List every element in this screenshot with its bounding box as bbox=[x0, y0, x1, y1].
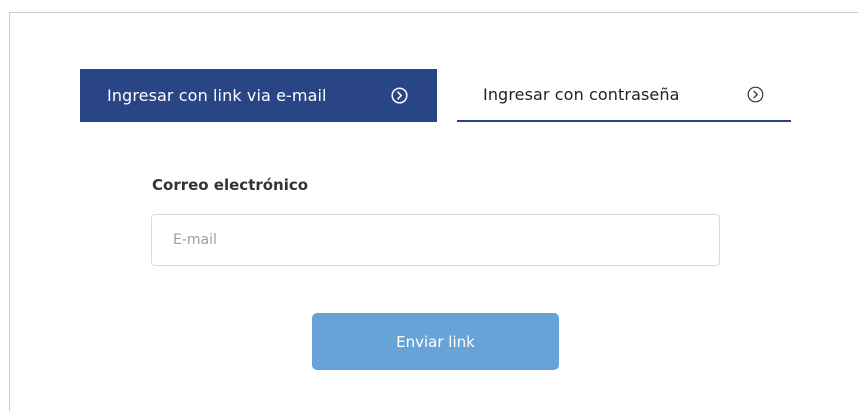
email-field-label: Correo electrónico bbox=[152, 176, 309, 194]
email-field[interactable] bbox=[151, 214, 720, 266]
tab-email-link-label: Ingresar con link via e-mail bbox=[107, 86, 327, 105]
tab-email-link[interactable]: Ingresar con link via e-mail bbox=[80, 69, 437, 122]
chevron-circle-right-icon bbox=[747, 86, 764, 103]
send-link-button[interactable]: Enviar link bbox=[312, 313, 559, 370]
chevron-circle-right-icon bbox=[391, 87, 408, 104]
tab-password[interactable]: Ingresar con contraseña bbox=[457, 69, 791, 122]
tab-password-label: Ingresar con contraseña bbox=[483, 85, 680, 104]
